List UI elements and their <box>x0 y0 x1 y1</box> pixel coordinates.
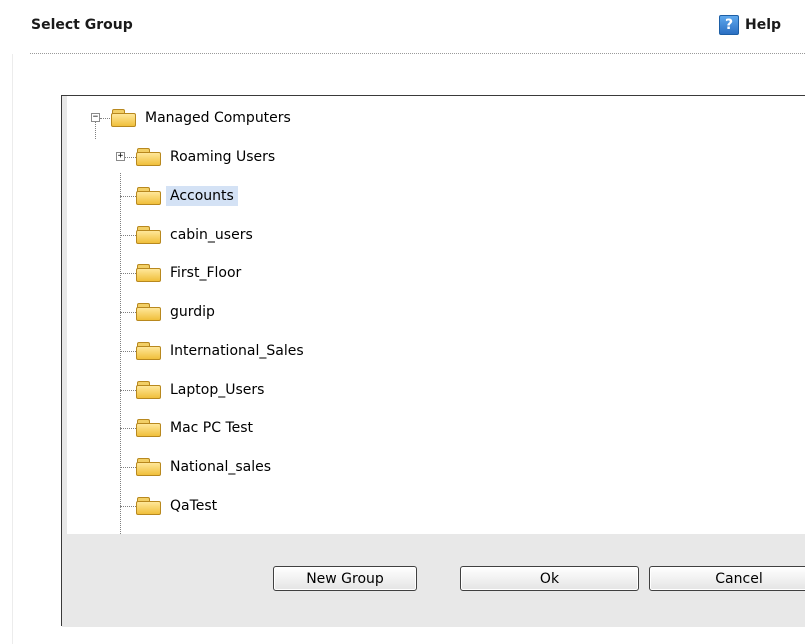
tree-node-label[interactable]: Laptop_Users <box>166 380 268 400</box>
tree-node-national-sales[interactable]: National_sales <box>136 456 275 478</box>
page-title: Select Group <box>31 17 133 33</box>
tree-node-mac-pc-test[interactable]: Mac PC Test <box>136 417 257 439</box>
tree-node-accounts[interactable]: Accounts <box>136 185 238 207</box>
tree-node-managed-computers[interactable]: Managed Computers <box>111 107 295 129</box>
tree-node-label[interactable]: Roaming Users <box>166 147 279 167</box>
tree-connector <box>120 196 136 197</box>
folder-icon <box>136 264 162 282</box>
tree-node-international-sales[interactable]: International_Sales <box>136 340 308 362</box>
folder-icon <box>136 381 162 399</box>
tree-connector <box>120 273 136 274</box>
tree-connector <box>120 235 136 236</box>
tree-connector <box>124 157 136 158</box>
tree-node-label[interactable]: National_sales <box>166 457 275 477</box>
new-group-button[interactable]: New Group <box>273 566 417 591</box>
header-bar: Select Group ? Help <box>0 0 805 54</box>
tree-node-label[interactable]: cabin_users <box>166 225 257 245</box>
help-link[interactable]: ? Help <box>719 14 781 36</box>
tree-node-laptop-users[interactable]: Laptop_Users <box>136 379 268 401</box>
expand-toggle-roaming-users[interactable]: + <box>116 152 125 161</box>
tree-connector <box>120 428 136 429</box>
tree-connector <box>120 312 136 313</box>
help-label[interactable]: Help <box>745 17 781 33</box>
tree-node-roaming-users[interactable]: Roaming Users <box>136 146 279 168</box>
cancel-button[interactable]: Cancel <box>649 566 805 591</box>
tree-node-label[interactable]: International_Sales <box>166 341 308 361</box>
folder-icon <box>136 187 162 205</box>
tree-node-first-floor[interactable]: First_Floor <box>136 262 245 284</box>
help-icon[interactable]: ? <box>719 15 739 35</box>
folder-icon <box>136 497 162 515</box>
folder-icon <box>136 419 162 437</box>
tree-connector <box>100 118 110 119</box>
tree-node-label[interactable]: Accounts <box>166 186 238 206</box>
select-group-dialog: − Managed Computers + Roaming Users Acco… <box>61 95 805 627</box>
header-divider <box>30 53 805 54</box>
folder-icon <box>111 109 137 127</box>
folder-icon <box>136 148 162 166</box>
tree-node-label[interactable]: Managed Computers <box>141 108 295 128</box>
folder-icon <box>136 458 162 476</box>
folder-icon <box>136 303 162 321</box>
tree-connector <box>120 351 136 352</box>
tree-node-gurdip[interactable]: gurdip <box>136 301 219 323</box>
tree-connector <box>120 173 121 534</box>
tree-connector <box>120 506 136 507</box>
tree-node-label[interactable]: QaTest <box>166 496 221 516</box>
tree-node-cabin-users[interactable]: cabin_users <box>136 224 257 246</box>
folder-icon <box>136 342 162 360</box>
tree-node-qatest[interactable]: QaTest <box>136 495 221 517</box>
tree-connector <box>120 467 136 468</box>
tree-node-label[interactable]: Mac PC Test <box>166 418 257 438</box>
tree-node-label[interactable]: First_Floor <box>166 263 245 283</box>
tree-connector <box>120 390 136 391</box>
left-edge <box>0 54 13 644</box>
tree-node-label[interactable]: gurdip <box>166 302 219 322</box>
folder-icon <box>136 226 162 244</box>
collapse-toggle-managed-computers[interactable]: − <box>91 113 100 122</box>
ok-button[interactable]: Ok <box>460 566 639 591</box>
group-tree[interactable]: − Managed Computers + Roaming Users Acco… <box>67 96 805 534</box>
